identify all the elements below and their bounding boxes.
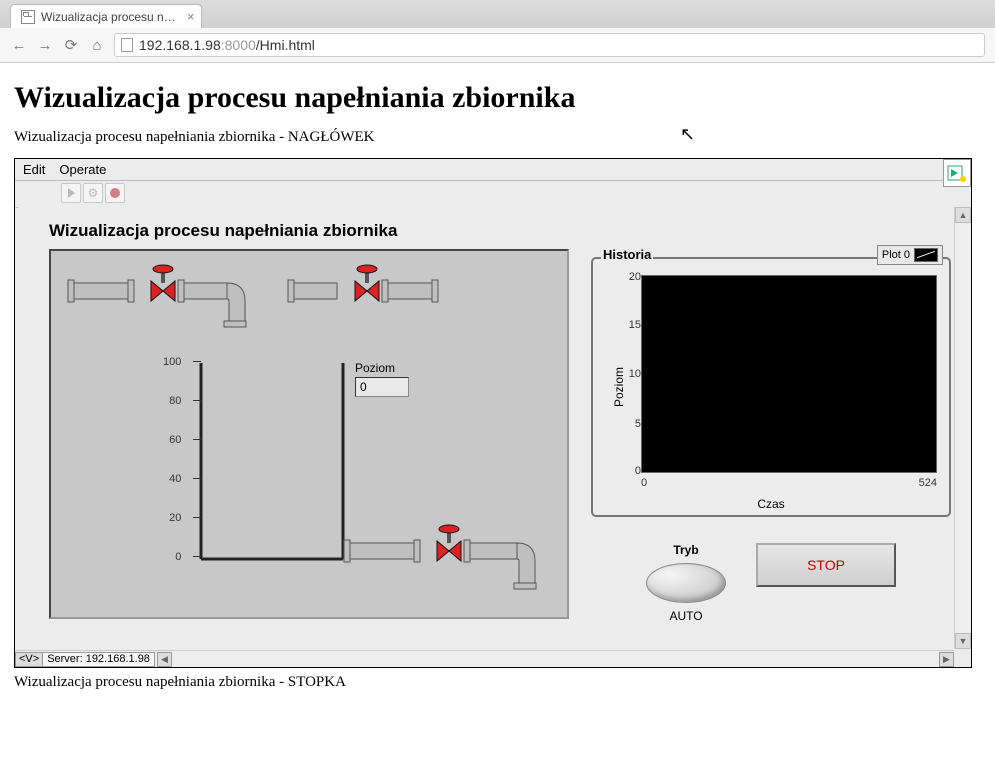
- tank-scale: 100 80 60 40 20 0: [163, 357, 181, 591]
- scroll-up-icon[interactable]: ▲: [955, 207, 971, 223]
- address-bar: ← → ⟳ ⌂ 192.168.1.98:8000/Hmi.html: [0, 28, 995, 62]
- reload-button[interactable]: ⟳: [62, 36, 80, 54]
- hscroll-left-icon[interactable]: ◀: [157, 652, 172, 667]
- level-value[interactable]: 0: [355, 377, 409, 397]
- run-continuous-icon[interactable]: [83, 183, 103, 203]
- mouse-cursor-icon: ↖: [680, 124, 695, 145]
- page-footer: Wizualizacja procesu napełniania zbiorni…: [14, 674, 981, 691]
- mode-title: Tryb: [646, 543, 726, 557]
- legend-label: Plot 0: [882, 249, 910, 261]
- hscroll-right-icon[interactable]: ▶: [939, 652, 954, 667]
- hmi-body: Wizualizacja procesu napełniania zbiorni…: [19, 207, 953, 649]
- tank-tick-60: 60: [163, 435, 181, 474]
- controls-row: Tryb AUTO STOP: [591, 543, 951, 623]
- scroll-down-icon[interactable]: ▼: [955, 633, 971, 649]
- tab-bar: Wizualizacja procesu nape ×: [0, 0, 995, 28]
- status-bar: <V> Server: 192.168.1.98 ◀ ▶: [15, 650, 954, 667]
- valve-outlet-icon: [437, 525, 461, 561]
- chart-title: Historia: [601, 247, 653, 262]
- process-svg: [51, 251, 571, 621]
- page-body: Wizualizacja procesu napełniania zbiorni…: [0, 63, 995, 711]
- panel-title: Wizualizacja procesu napełniania zbiorni…: [49, 221, 953, 241]
- history-chart: Historia Plot 0 20 15 10 5 0 Poziom: [591, 257, 951, 517]
- tank-tick-80: 80: [163, 396, 181, 435]
- tab-close-icon[interactable]: ×: [187, 9, 195, 24]
- mode-control: Tryb AUTO: [646, 543, 726, 623]
- run-arrow-icon[interactable]: [61, 183, 81, 203]
- tank-tick-40: 40: [163, 474, 181, 513]
- url-host: 192.168.1.98:8000/Hmi.html: [139, 37, 315, 53]
- url-path: /Hmi.html: [256, 37, 315, 53]
- tank-tick-100: 100: [163, 357, 181, 396]
- url-port: :8000: [221, 37, 256, 53]
- y-tick-0: 0: [635, 465, 641, 477]
- forward-button[interactable]: →: [36, 36, 54, 54]
- stop-button[interactable]: STOP: [756, 543, 896, 587]
- home-button[interactable]: ⌂: [88, 36, 106, 54]
- status-text: Server: 192.168.1.98: [43, 652, 155, 667]
- tab-title: Wizualizacja procesu nape: [41, 10, 181, 24]
- valve-inlet-1-icon: [151, 265, 175, 301]
- x-tick-0: 0: [641, 477, 647, 489]
- abort-icon[interactable]: [105, 183, 125, 203]
- url-hostname: 192.168.1.98: [139, 37, 221, 53]
- menu-edit[interactable]: Edit: [23, 162, 45, 177]
- chart-x-axis: 0 524: [641, 477, 937, 493]
- tank-tick-0: 0: [163, 552, 181, 591]
- url-field[interactable]: 192.168.1.98:8000/Hmi.html: [114, 33, 985, 57]
- y-tick-10: 10: [629, 368, 641, 380]
- level-label: Poziom: [355, 361, 395, 375]
- valve-inlet-2-icon: [355, 265, 379, 301]
- y-tick-15: 15: [629, 319, 641, 331]
- hmi-menubar: Edit Operate: [15, 159, 971, 181]
- mode-toggle-button[interactable]: [646, 563, 726, 603]
- page-favicon-icon: [21, 10, 35, 24]
- mode-value: AUTO: [646, 609, 726, 623]
- chart-x-label: Czas: [757, 497, 784, 511]
- labview-logo-icon: [943, 159, 971, 187]
- tank-tick-20: 20: [163, 513, 181, 552]
- menu-operate[interactable]: Operate: [59, 162, 106, 177]
- chart-y-label: Poziom: [612, 367, 626, 407]
- chart-legend[interactable]: Plot 0: [877, 245, 943, 265]
- status-flag[interactable]: <V>: [15, 652, 43, 667]
- stop-label: STOP: [807, 557, 845, 573]
- browser-chrome: Wizualizacja procesu nape × ← → ⟳ ⌂ 192.…: [0, 0, 995, 63]
- page-title: Wizualizacja procesu napełniania zbiorni…: [14, 81, 981, 115]
- page-icon: [121, 38, 133, 52]
- hmi-panel: Edit Operate Wizualizacja procesu napełn…: [14, 158, 972, 668]
- y-tick-5: 5: [635, 418, 641, 430]
- browser-tab[interactable]: Wizualizacja procesu nape ×: [10, 4, 202, 28]
- vertical-scrollbar[interactable]: ▲ ▼: [954, 207, 971, 649]
- process-diagram: 100 80 60 40 20 0 Poziom 0: [49, 249, 569, 619]
- tank-tick-marks: [193, 361, 203, 559]
- chart-plot-area[interactable]: [641, 275, 937, 473]
- page-subheader: Wizualizacja procesu napełniania zbiorni…: [14, 129, 981, 146]
- inlet-pipe-left: [68, 280, 134, 302]
- tank: [201, 363, 343, 559]
- hmi-toolbar: [15, 181, 971, 208]
- right-column: Historia Plot 0 20 15 10 5 0 Poziom: [591, 257, 951, 623]
- x-tick-524: 524: [919, 477, 937, 489]
- back-button[interactable]: ←: [10, 36, 28, 54]
- y-tick-20: 20: [629, 271, 641, 283]
- legend-swatch-icon: [914, 248, 938, 262]
